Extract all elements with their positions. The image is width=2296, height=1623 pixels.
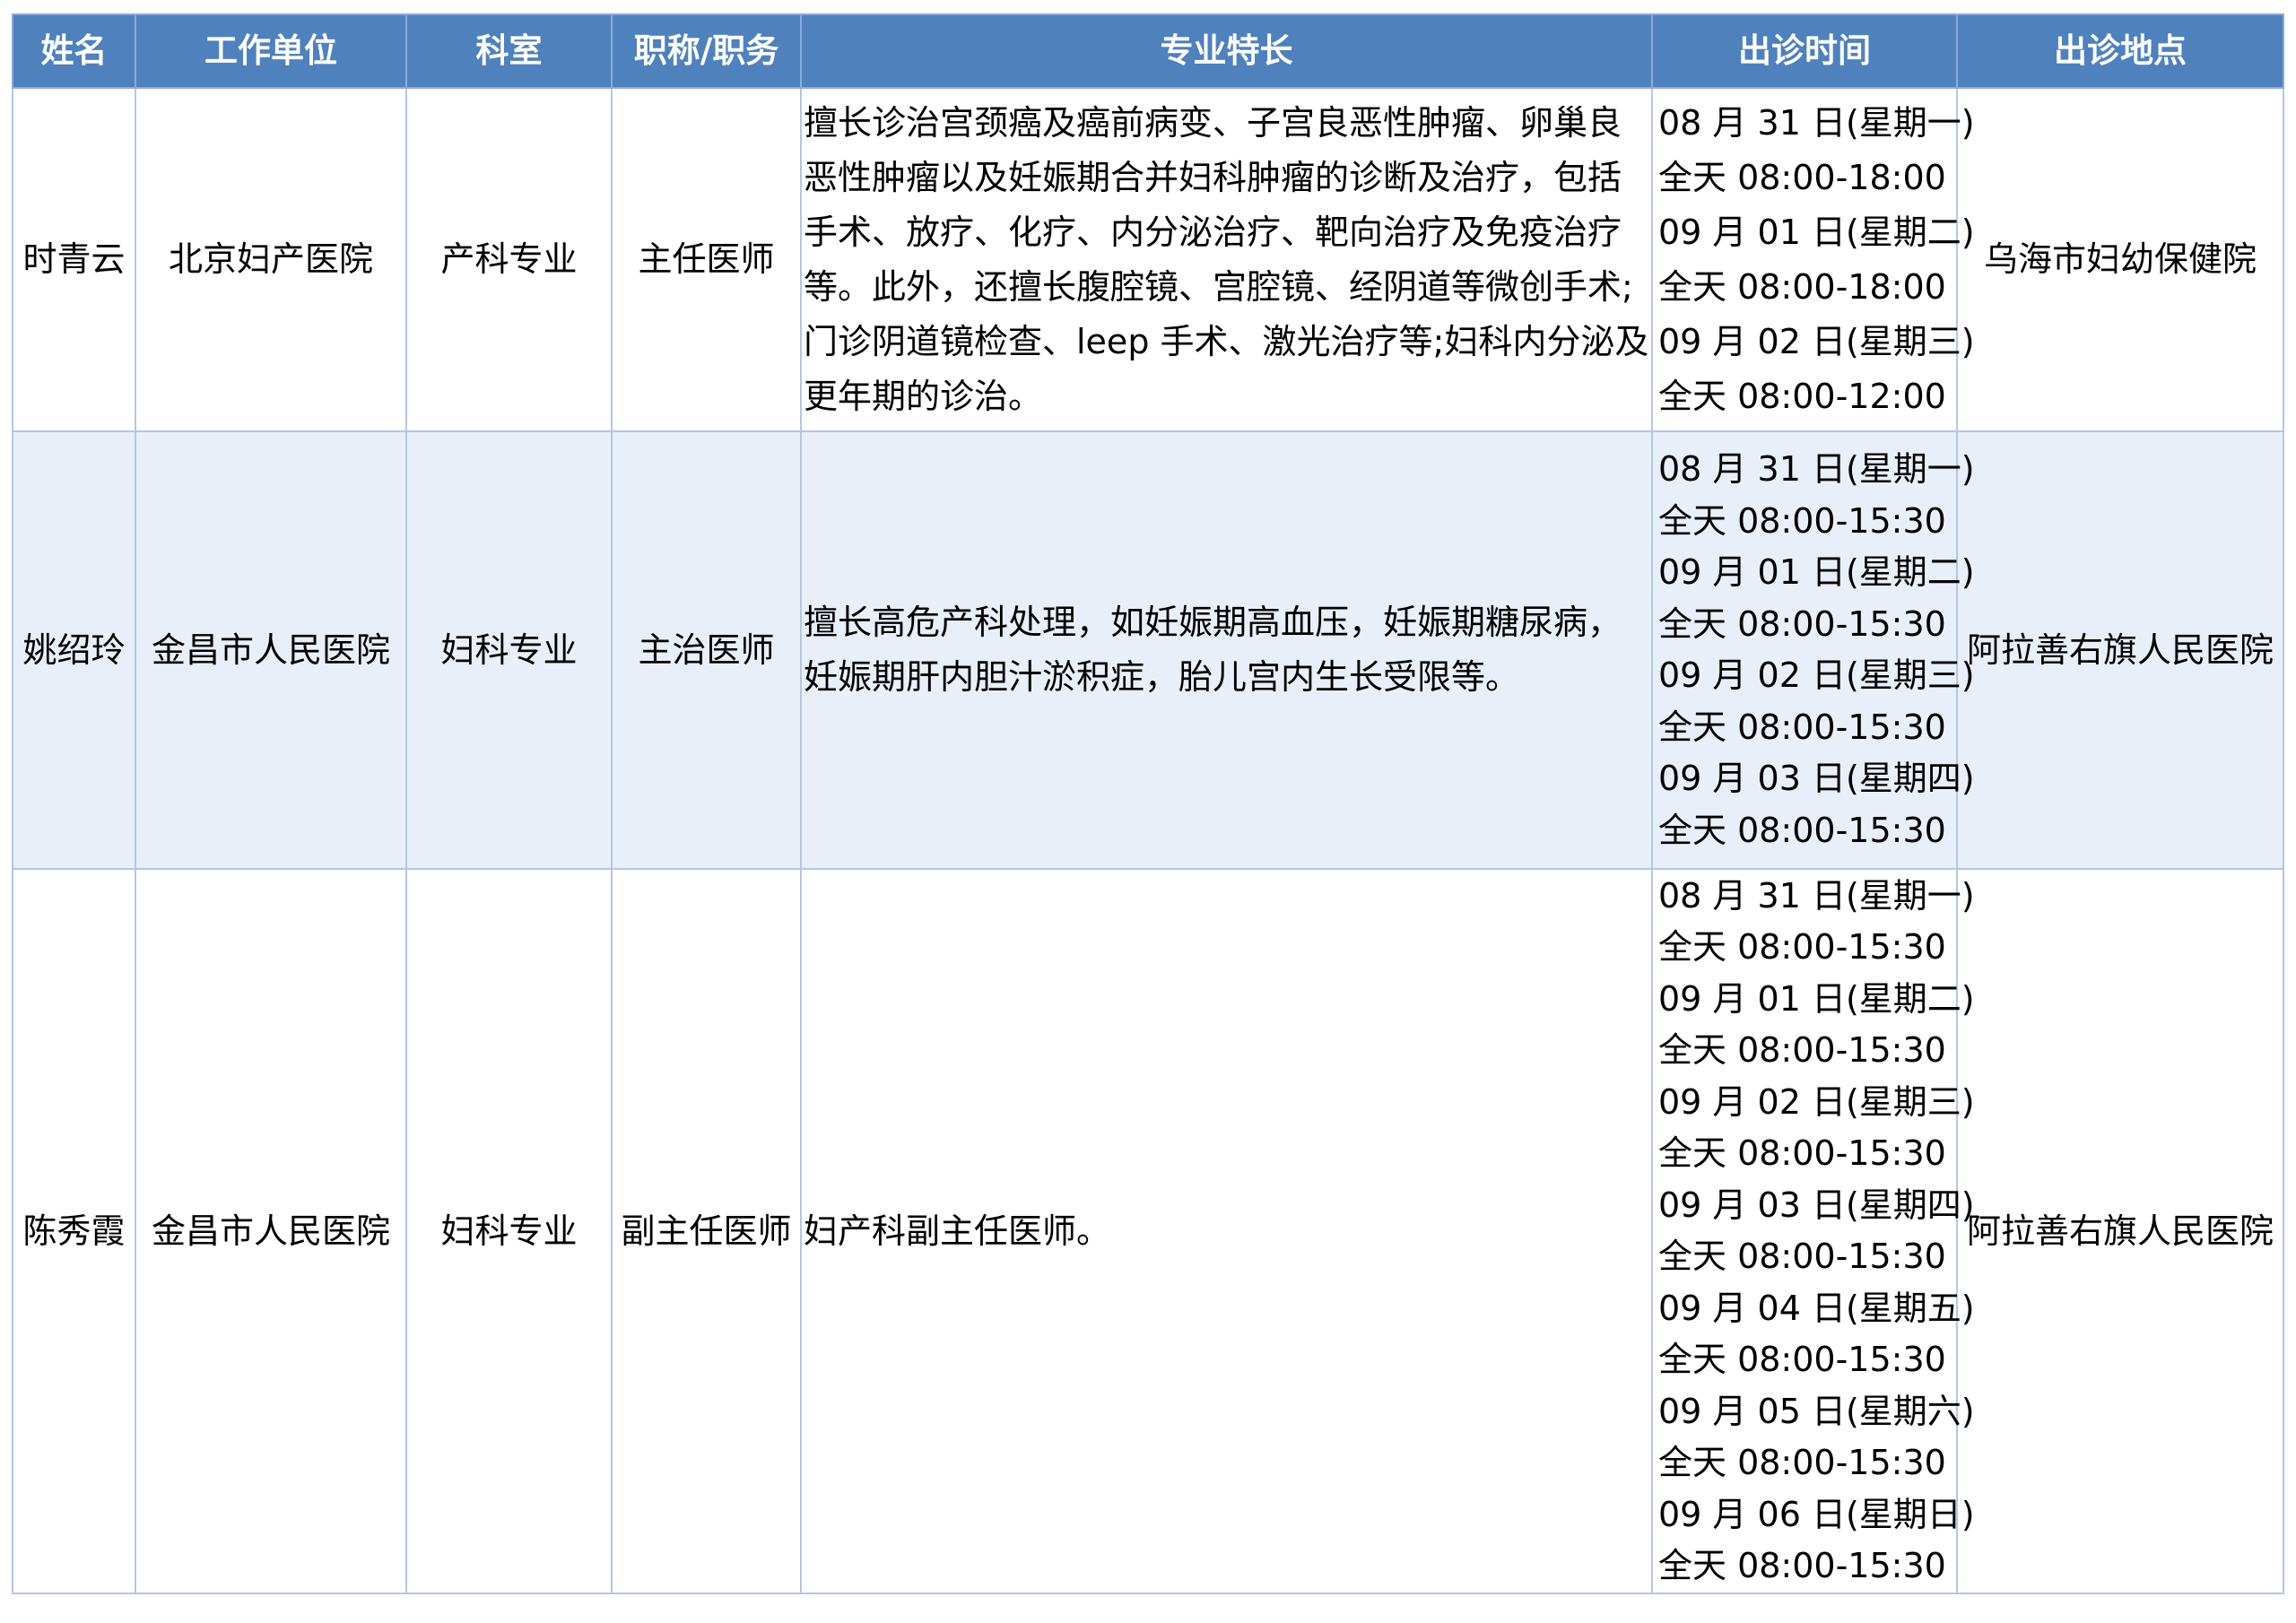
specialty: 擅长高危产科处理，如妊娠期高血压，妊娠期糖尿病，妊娠期肝内胆汁淤积症，胎儿宫内生… bbox=[800, 430, 1653, 870]
column-header-specialty: 专业特长 bbox=[800, 13, 1653, 89]
schedule-line: 08 月 31 日(星期一) bbox=[1658, 449, 1975, 489]
schedule-line: 全天 08:00-15:30 bbox=[1658, 707, 1946, 747]
doctor-schedule-table: 姓名 工作单位 科室 职称/职务 专业特长 出诊时间 出诊地点 时青云 北京妇产… bbox=[12, 13, 2284, 1594]
job-title: 主治医师 bbox=[611, 430, 802, 870]
schedule-line: 08 月 31 日(星期一) bbox=[1658, 102, 1975, 143]
doctor-name: 姚绍玲 bbox=[12, 430, 136, 870]
schedule-line: 09 月 01 日(星期二) bbox=[1658, 978, 1975, 1019]
table-row: 姚绍玲 金昌市人民医院 妇科专业 主治医师 擅长高危产科处理，如妊娠期高血压，妊… bbox=[12, 430, 2284, 870]
schedule-line: 09 月 03 日(星期四) bbox=[1658, 759, 1975, 798]
clinic-schedule: 08 月 31 日(星期一) 全天 08:00-15:30 09 月 01 日(… bbox=[1651, 430, 1975, 870]
schedule-line: 全天 08:00-15:30 bbox=[1658, 810, 1946, 850]
schedule-line: 08 月 31 日(星期一) bbox=[1658, 875, 1975, 916]
column-header-location: 出诊地点 bbox=[1956, 13, 2284, 89]
department: 产科专业 bbox=[405, 87, 613, 432]
table-row: 陈秀霞 金昌市人民医院 妇科专业 副主任医师 妇产科副主任医师。 08 月 31… bbox=[12, 868, 2284, 1594]
schedule-line: 全天 08:00-18:00 bbox=[1658, 266, 1946, 307]
clinic-location: 乌海市妇幼保健院 bbox=[1956, 87, 2284, 432]
job-title: 主任医师 bbox=[611, 87, 802, 432]
clinic-schedule: 08 月 31 日(星期一) 全天 08:00-15:30 09 月 01 日(… bbox=[1651, 868, 1975, 1594]
column-header-name: 姓名 bbox=[12, 13, 136, 89]
schedule-line: 全天 08:00-15:30 bbox=[1658, 1546, 1946, 1585]
specialty: 擅长诊治宫颈癌及癌前病变、子宫良恶性肿瘤、卵巢良恶性肿瘤以及妊娠期合并妇科肿瘤的… bbox=[800, 87, 1653, 432]
schedule-line: 09 月 02 日(星期三) bbox=[1658, 655, 1975, 695]
clinic-location: 阿拉善右旗人民医院 bbox=[1956, 868, 2284, 1594]
schedule-line: 09 月 01 日(星期二) bbox=[1658, 212, 1975, 252]
department: 妇科专业 bbox=[405, 868, 613, 1594]
clinic-location: 阿拉善右旗人民医院 bbox=[1956, 430, 2284, 870]
header-row: 姓名 工作单位 科室 职称/职务 专业特长 出诊时间 出诊地点 bbox=[12, 13, 2284, 89]
schedule-line: 全天 08:00-15:30 bbox=[1658, 1443, 1946, 1482]
schedule-line: 全天 08:00-15:30 bbox=[1658, 927, 1946, 967]
job-title: 副主任医师 bbox=[611, 868, 802, 1594]
clinic-schedule: 08 月 31 日(星期一) 全天 08:00-18:00 09 月 01 日(… bbox=[1651, 87, 1975, 432]
schedule-line: 全天 08:00-18:00 bbox=[1658, 157, 1946, 197]
work-unit: 北京妇产医院 bbox=[135, 87, 407, 432]
work-unit: 金昌市人民医院 bbox=[135, 430, 407, 870]
schedule-line: 09 月 06 日(星期日) bbox=[1658, 1494, 1975, 1534]
department: 妇科专业 bbox=[405, 430, 613, 870]
schedule-line: 09 月 04 日(星期五) bbox=[1658, 1288, 1975, 1328]
column-header-department: 科室 bbox=[405, 13, 613, 89]
schedule-line: 全天 08:00-12:00 bbox=[1658, 376, 1946, 416]
schedule-line: 全天 08:00-15:30 bbox=[1658, 1030, 1946, 1070]
schedule-line: 全天 08:00-15:30 bbox=[1658, 1237, 1946, 1276]
schedule-line: 09 月 05 日(星期六) bbox=[1658, 1391, 1975, 1431]
table-row: 时青云 北京妇产医院 产科专业 主任医师 擅长诊治宫颈癌及癌前病变、子宫良恶性肿… bbox=[12, 87, 2284, 432]
schedule-line: 09 月 02 日(星期三) bbox=[1658, 321, 1975, 361]
specialty: 妇产科副主任医师。 bbox=[800, 868, 1653, 1594]
schedule-line: 全天 08:00-15:30 bbox=[1658, 1133, 1946, 1173]
column-header-schedule: 出诊时间 bbox=[1651, 13, 1958, 89]
schedule-line: 全天 08:00-15:30 bbox=[1658, 1340, 1946, 1379]
doctor-name: 时青云 bbox=[12, 87, 136, 432]
schedule-line: 09 月 02 日(星期三) bbox=[1658, 1081, 1975, 1122]
table-body: 时青云 北京妇产医院 产科专业 主任医师 擅长诊治宫颈癌及癌前病变、子宫良恶性肿… bbox=[12, 87, 2284, 1594]
work-unit: 金昌市人民医院 bbox=[135, 868, 407, 1594]
column-header-title: 职称/职务 bbox=[611, 13, 802, 89]
schedule-line: 全天 08:00-15:30 bbox=[1658, 500, 1946, 541]
schedule-line: 全天 08:00-15:30 bbox=[1658, 603, 1946, 644]
table-header: 姓名 工作单位 科室 职称/职务 专业特长 出诊时间 出诊地点 bbox=[12, 13, 2284, 89]
column-header-unit: 工作单位 bbox=[135, 13, 407, 89]
doctor-name: 陈秀霞 bbox=[12, 868, 136, 1594]
schedule-line: 09 月 01 日(星期二) bbox=[1658, 552, 1975, 592]
schedule-line: 09 月 03 日(星期四) bbox=[1658, 1185, 1975, 1225]
